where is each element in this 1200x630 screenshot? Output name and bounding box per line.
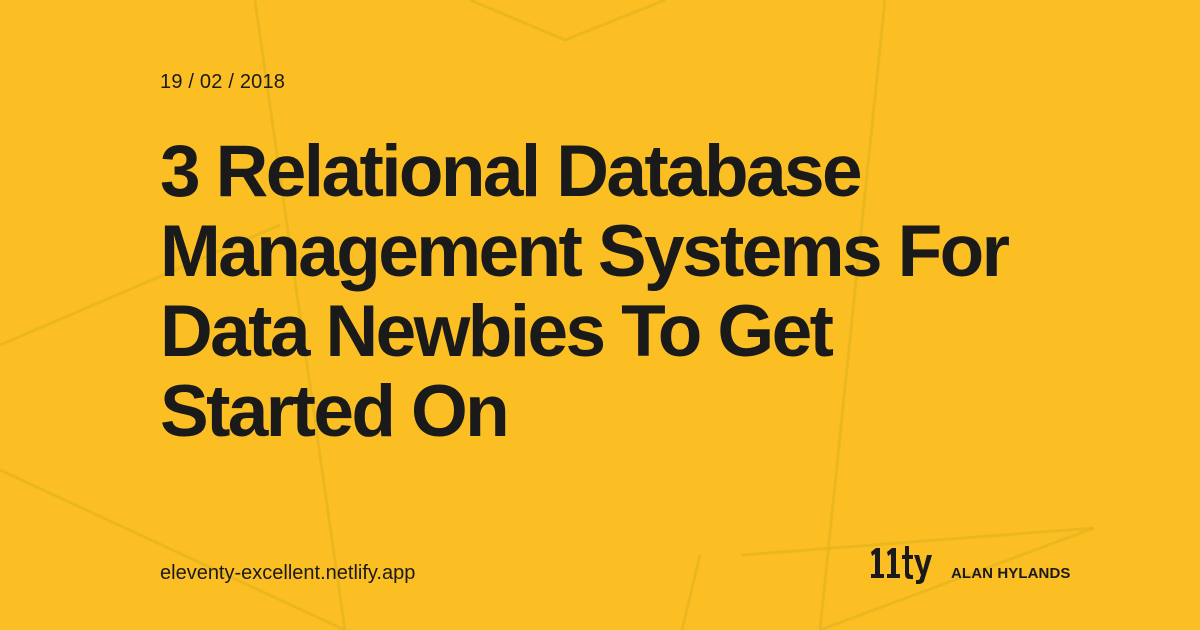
post-title-line: Management Systems For — [160, 211, 1010, 292]
post-title-line: Data Newbies To Get — [160, 291, 834, 372]
post-title: 3 Relational Database Management Systems… — [160, 132, 1140, 452]
eleventy-logo-icon — [871, 546, 932, 584]
author-name: ALAN HYLANDS — [951, 565, 1071, 582]
post-title-line: 3 Relational Database — [160, 131, 863, 212]
site-url-link[interactable]: eleventy-excellent.netlify.app — [160, 561, 415, 585]
post-title-line: Started On — [160, 371, 510, 452]
post-date: 19 / 02 / 2018 — [160, 71, 286, 93]
